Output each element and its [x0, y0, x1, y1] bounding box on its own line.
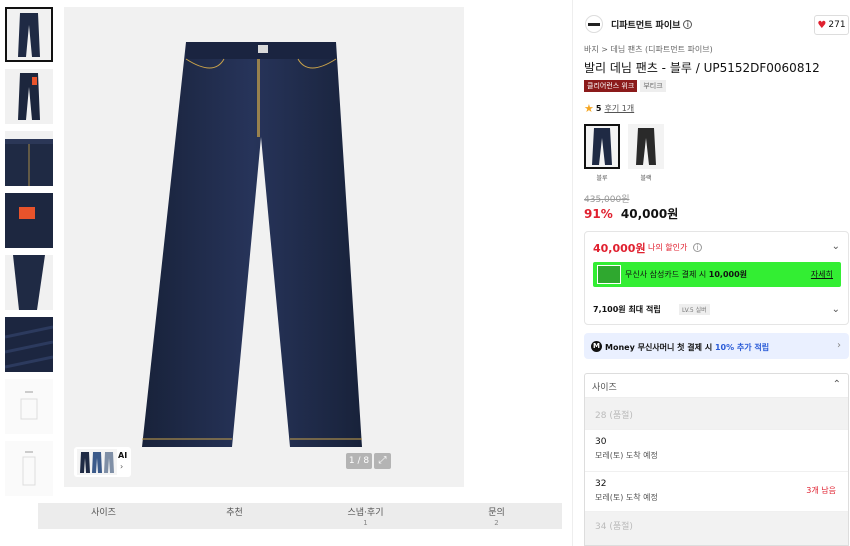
thumbnail-6[interactable] [5, 317, 53, 372]
main-product-image[interactable]: AI › [64, 7, 464, 487]
sale-price: 40,000원 [620, 207, 679, 221]
money-text: Money 무신사머니 첫 결제 시 10% 추가 적립 [605, 343, 770, 352]
breadcrumb[interactable]: 바지 > 데님 팬츠 (디파트먼트 파이브) [584, 44, 713, 55]
benefit-box: 40,000원 나의 할인가 i ⌄ 무신사 삼성카드 결제 시 10,000원… [584, 231, 849, 325]
thumbnail-list [5, 7, 53, 503]
outfit-thumbnail [77, 449, 117, 475]
jeans-image [142, 42, 362, 447]
tab-recommend[interactable]: 추천 [169, 503, 300, 529]
review-link[interactable]: 후기 1개 [604, 103, 634, 114]
ai-style-button[interactable]: AI › [74, 447, 131, 477]
tab-count: 2 [494, 519, 499, 527]
size-header-label: 사이즈 [592, 383, 617, 393]
color-option-black[interactable]: 블랙 [628, 124, 664, 182]
ai-label: AI [118, 451, 128, 460]
stock-left: 3개 남음 [806, 486, 836, 495]
tab-count: 1 [363, 519, 368, 527]
size-option-32[interactable]: 32 모레(토) 도착 예정 3개 남음 [585, 472, 848, 512]
size-option-34: 34 (품절) [585, 512, 848, 545]
star-icon: ★ [584, 102, 594, 115]
boutique-badge: 부티크 [640, 80, 666, 92]
tab-label: 문의 [488, 508, 505, 518]
tab-size[interactable]: 사이즈 [38, 503, 169, 529]
size-dropdown: 사이즈 ⌃ 28 (품절) 30 모레(토) 도착 예정 32 모레(토) 도착… [584, 373, 849, 546]
image-pager: 1 / 8 [346, 453, 372, 469]
thumbnail-8[interactable] [5, 441, 53, 496]
thumbnail-7[interactable] [5, 379, 53, 434]
chevron-down-icon[interactable]: ⌄ [832, 304, 840, 315]
info-icon[interactable]: i [692, 243, 702, 252]
expand-icon[interactable]: ⤢ [374, 453, 391, 469]
rating-row: ★ 5 후기 1개 [584, 102, 634, 115]
tab-label: 사이즈 [91, 508, 116, 518]
brand-link[interactable]: 디파트먼트 파이브 i [585, 15, 693, 33]
chevron-up-icon: ⌃ [832, 379, 841, 390]
size-eta: 모레(토) 도착 예정 [595, 451, 658, 460]
size-number: 30 [595, 437, 607, 447]
product-title: 발리 데님 팬츠 - 블루 / UP5152DF0060812 [584, 61, 820, 75]
card-discount-banner[interactable]: 무신사 삼성카드 결제 시 10,000원 자세히 [593, 262, 841, 287]
size-dropdown-header[interactable]: 사이즈 ⌃ [585, 374, 848, 398]
my-price: 40,000원 [593, 242, 646, 255]
like-count: 271 [828, 20, 846, 30]
thumbnail-1[interactable] [5, 7, 53, 62]
tab-inquiry[interactable]: 문의 2 [431, 503, 562, 529]
points-text: 7,100원 최대 적립 [593, 305, 661, 314]
size-number: 28 (품절) [595, 411, 633, 421]
chevron-right-icon: › [837, 340, 841, 351]
thumbnail-2[interactable] [5, 69, 53, 124]
my-price-label: 나의 할인가 i [648, 242, 702, 253]
info-icon[interactable]: i [683, 19, 693, 29]
clearance-badge: 클리어런스 위크 [584, 80, 638, 92]
color-options: 블루 블랙 [584, 124, 672, 182]
thumbnail-5[interactable] [5, 255, 53, 310]
chevron-down-icon[interactable]: ⌄ [832, 241, 840, 252]
original-price: 435,000원 [584, 195, 630, 205]
thumbnail-4[interactable] [5, 193, 53, 248]
brand-logo [585, 15, 603, 33]
tab-label: 추천 [226, 508, 243, 518]
size-number: 34 (품절) [595, 522, 633, 532]
detail-tabs: 사이즈 추천 스냅·후기 1 문의 2 [38, 503, 562, 529]
thumbnail-3[interactable] [5, 131, 53, 186]
card-discount-text: 무신사 삼성카드 결제 시 10,000원 [625, 270, 748, 279]
heart-icon: ♥ [817, 19, 827, 31]
discount-rate: 91% [584, 207, 613, 221]
size-number: 32 [595, 479, 607, 489]
size-option-30[interactable]: 30 모레(토) 도착 예정 [585, 430, 848, 472]
badge-row: 클리어런스 위크 부티크 [584, 80, 666, 92]
price-row: 91% 40,000원 [584, 205, 678, 222]
size-option-28: 28 (품절) [585, 398, 848, 430]
size-eta: 모레(토) 도착 예정 [595, 493, 658, 502]
card-detail-link[interactable]: 자세히 [811, 269, 833, 280]
level-badge: LV.5 실버 [679, 304, 710, 315]
color-option-blue[interactable]: 블루 [584, 124, 620, 182]
money-banner[interactable]: M Money 무신사머니 첫 결제 시 10% 추가 적립 › [584, 333, 849, 359]
brand-name: 디파트먼트 파이브 [611, 20, 681, 31]
tab-snap-review[interactable]: 스냅·후기 1 [300, 503, 431, 529]
money-icon: M [591, 341, 602, 352]
color-label: 블루 [596, 175, 608, 182]
rating-score: 5 [595, 104, 602, 113]
product-page: AI › 1 / 8 ⤢ 사이즈 추천 스냅·후기 1 문의 2 디파트먼트 파… [0, 0, 850, 546]
color-label: 블랙 [640, 175, 652, 182]
tab-label: 스냅·후기 [347, 508, 384, 518]
color-swatch [628, 124, 664, 169]
color-swatch [584, 124, 620, 169]
product-info-panel: 디파트먼트 파이브 i ♥ 271 바지 > 데님 팬츠 (디파트먼트 파이브)… [572, 0, 850, 546]
like-button[interactable]: ♥ 271 [814, 15, 849, 35]
chevron-right-icon: › [120, 462, 124, 471]
card-image [597, 265, 621, 284]
